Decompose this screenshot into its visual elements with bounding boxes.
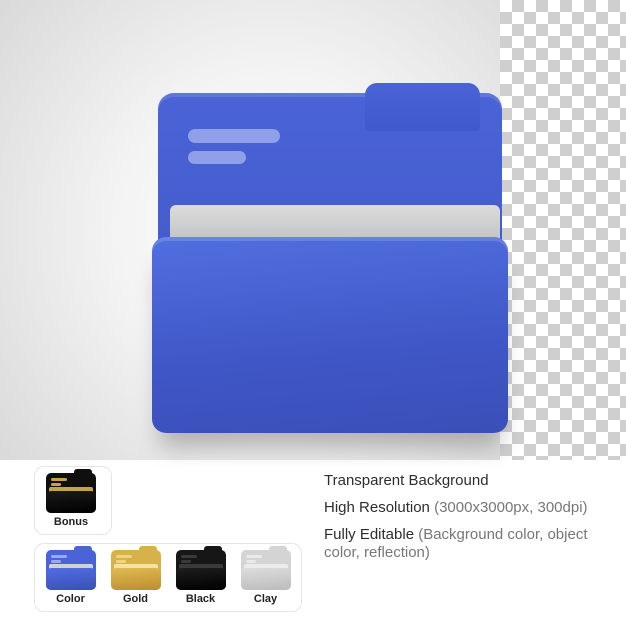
bonus-swatch-card: Bonus xyxy=(34,466,112,535)
variant-swatch-card: Color Gold Black xyxy=(34,543,302,612)
swatch-label: Clay xyxy=(254,593,277,605)
product-preview-card: Bonus Color xyxy=(0,0,626,626)
swatch-color: Color xyxy=(43,550,98,605)
feature-label: High Resolution xyxy=(324,499,430,516)
transparent-checker-bg xyxy=(500,0,626,460)
feature-label: Fully Editable xyxy=(324,526,414,543)
mini-folder-icon xyxy=(241,550,291,590)
swatch-label: Gold xyxy=(123,593,148,605)
folder-front-panel xyxy=(152,237,508,433)
swatch-gold: Gold xyxy=(108,550,163,605)
folder-label-line xyxy=(188,129,280,143)
hero-area xyxy=(0,0,626,460)
swatch-clay: Clay xyxy=(238,550,293,605)
mini-folder-icon xyxy=(111,550,161,590)
folder-icon xyxy=(150,85,510,425)
swatch-label: Color xyxy=(56,593,85,605)
mini-folder-icon xyxy=(46,550,96,590)
feature-transparent-bg: Transparent Background xyxy=(324,472,592,491)
mini-folder-icon xyxy=(46,473,96,513)
swatch-label: Bonus xyxy=(54,516,88,528)
info-row: Bonus Color xyxy=(34,466,592,606)
mini-folder-icon xyxy=(176,550,226,590)
folder-label-line xyxy=(188,151,246,164)
swatch-column: Bonus Color xyxy=(34,466,302,612)
feature-detail: (3000x3000px, 300dpi) xyxy=(434,499,587,516)
feature-fully-editable: Fully Editable (Background color, object… xyxy=(324,526,592,564)
swatch-label: Black xyxy=(186,593,215,605)
swatch-bonus: Bonus xyxy=(43,473,99,528)
swatch-black: Black xyxy=(173,550,228,605)
feature-high-res: High Resolution (3000x3000px, 300dpi) xyxy=(324,499,592,518)
feature-list: Transparent Background High Resolution (… xyxy=(324,466,592,563)
folder-tab xyxy=(365,83,480,131)
